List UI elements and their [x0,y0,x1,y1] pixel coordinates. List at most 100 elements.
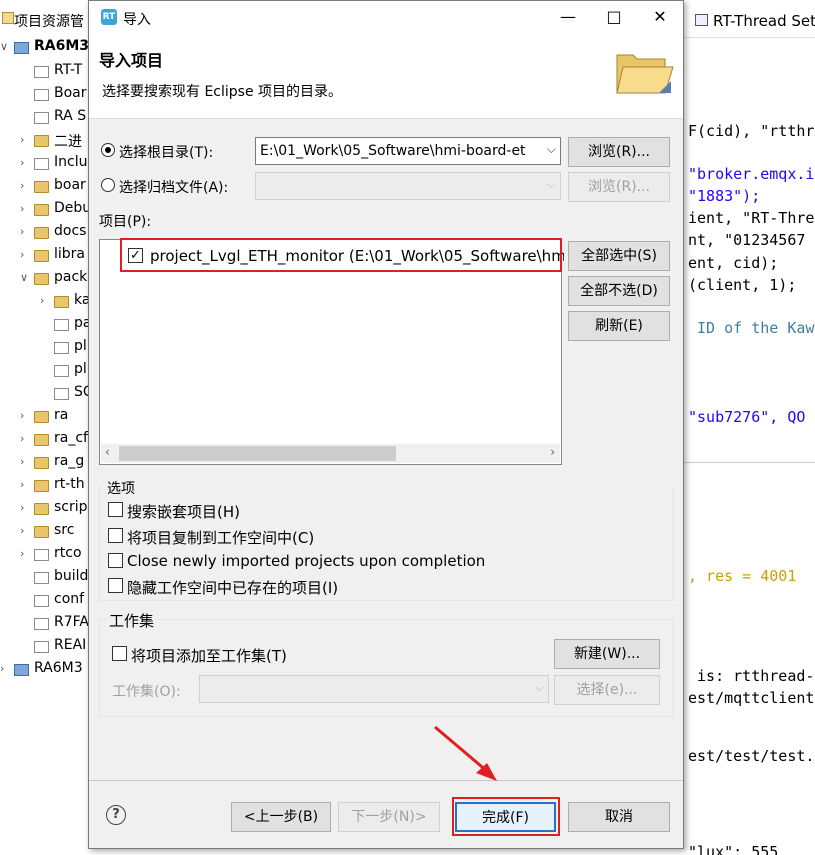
tree-item-label: R7FA [54,614,88,630]
tree-item-label: rtco [54,545,82,561]
projects-label: 项目(P): [99,214,152,230]
folder-icon [34,227,49,239]
chevron-right-icon[interactable]: › [20,133,24,146]
file-icon [34,595,49,607]
code-line: (client, 1); [688,276,797,294]
chevron-down-icon: ⌵ [534,680,544,694]
tree-item-label: ra [54,407,69,423]
horizontal-scrollbar[interactable]: ‹ › [101,444,560,463]
highlight-box-finish [452,797,560,836]
folder-icon [34,135,49,147]
minimize-button[interactable]: — [545,1,591,35]
close-button[interactable]: ✕ [637,1,683,35]
root-dir-value: E:\01_Work\05_Software\hmi-board-et [260,143,526,159]
chevron-right-icon[interactable]: › [20,524,24,537]
folder-icon [34,273,49,285]
scrollbar-thumb[interactable] [119,446,396,461]
tree-item-label: libra [54,246,86,262]
file-icon [34,549,49,561]
code-line: "1883"); [688,187,761,205]
chevron-right-icon[interactable]: › [20,179,24,192]
close-imported-label: Close newly imported projects upon compl… [127,552,486,570]
chevron-right-icon[interactable]: › [20,225,24,238]
search-nested-label: 搜索嵌套项目(H) [127,503,240,521]
chevron-right-icon[interactable]: › [20,432,24,445]
hide-existing-checkbox[interactable] [108,578,123,593]
root-dir-radio[interactable] [101,143,115,157]
file-icon [34,618,49,630]
back-button[interactable]: <上一步(B) [231,802,331,832]
add-to-working-set-checkbox[interactable] [112,646,127,661]
console-line: est/test/test.c [688,747,815,765]
file-icon [54,319,69,331]
copy-to-workspace-checkbox[interactable] [108,528,123,543]
dialog-titlebar[interactable]: RT 导入 — □ ✕ [89,1,683,35]
chevron-right-icon[interactable]: › [20,202,24,215]
code-comment: ID of the Kaw [688,319,815,337]
chevron-right-icon[interactable]: › [20,478,24,491]
tree-item-label: conf [54,591,85,607]
console-line: est/mqttclient/ [688,689,815,707]
root-dir-combo[interactable]: E:\01_Work\05_Software\hmi-board-et ⌵ [255,137,561,165]
folder-icon [34,434,49,446]
settings-file-icon [695,14,708,26]
add-to-working-set-label: 将项目添加至工作集(T) [131,647,287,665]
chevron-right-icon[interactable]: › [20,156,24,169]
file-icon [34,572,49,584]
rt-thread-app-icon: RT [101,9,117,25]
console-line: , res = 4001 [688,567,797,585]
folder-icon [34,411,49,423]
chevron-down-icon[interactable]: ∨ [0,40,8,53]
dialog-title: 导入 [123,12,151,28]
folder-icon [34,204,49,216]
import-dialog: RT 导入 — □ ✕ 导入项目 选择要搜索现有 Eclipse 项目的目录。 … [88,0,684,849]
refresh-button[interactable]: 刷新(E) [568,311,670,341]
file-icon [34,112,49,124]
tree-item-label: Debu [54,200,88,216]
chevron-right-icon[interactable]: › [20,409,24,422]
chevron-right-icon[interactable]: › [20,501,24,514]
chevron-down-icon[interactable]: ∨ [20,271,28,284]
project-explorer: 项目资源管 ∨ RA6M3 RT-T Boar RA S › 二进 › Inclu › boar › D… [0,0,88,855]
project-explorer-tab[interactable]: 项目资源管 [0,8,88,34]
archive-label: 选择归档文件(A): [119,180,229,196]
browse-root-button[interactable]: 浏览(R)... [568,137,670,167]
file-icon [34,89,49,101]
scroll-right-icon[interactable]: › [550,445,555,459]
wizard-banner: 导入项目 选择要搜索现有 Eclipse 项目的目录。 [89,35,683,119]
folder-icon [34,526,49,538]
search-nested-checkbox[interactable] [108,502,123,517]
chevron-right-icon[interactable]: › [40,294,44,307]
deselect-all-button[interactable]: 全部不选(D) [568,276,670,306]
chevron-right-icon[interactable]: › [20,455,24,468]
tree-item-label: src [54,522,75,538]
help-icon[interactable]: ? [106,805,126,825]
tree-item-label: REAI [54,637,87,653]
new-working-set-button[interactable]: 新建(W)... [554,639,660,669]
highlight-box-project [120,238,562,272]
archive-radio[interactable] [101,178,115,192]
projects-list[interactable]: ✓ project_Lvgl_ETH_monitor (E:\01_Work\0… [99,239,564,465]
chevron-right-icon[interactable]: › [20,547,24,560]
maximize-button[interactable]: □ [591,1,637,35]
code-line: "sub7276", QO [688,408,806,426]
code-line: ient, "RT-Threa [688,209,815,227]
file-icon [54,342,69,354]
chevron-right-icon[interactable]: › [0,662,4,675]
hide-existing-label: 隐藏工作空间中已存在的项目(I) [127,579,339,597]
project-icon [14,664,29,676]
working-set-title: 工作集 [107,610,157,631]
console-panel-header [683,462,815,522]
editor-tab-label: RT-Thread Set [713,12,815,30]
scroll-left-icon[interactable]: ‹ [105,445,110,459]
chevron-right-icon[interactable]: › [20,248,24,261]
tree-item-label: docs [54,223,87,239]
tree-item-label: boar [54,177,86,193]
cancel-button[interactable]: 取消 [568,802,670,832]
next-button: 下一步(N)> [338,802,440,832]
editor-tab-rt-thread-settings[interactable]: RT-Thread Set [683,0,815,38]
close-imported-checkbox[interactable] [108,553,123,568]
open-folder-icon [616,54,674,94]
select-all-button[interactable]: 全部选中(S) [568,241,670,271]
folder-icon [34,480,49,492]
